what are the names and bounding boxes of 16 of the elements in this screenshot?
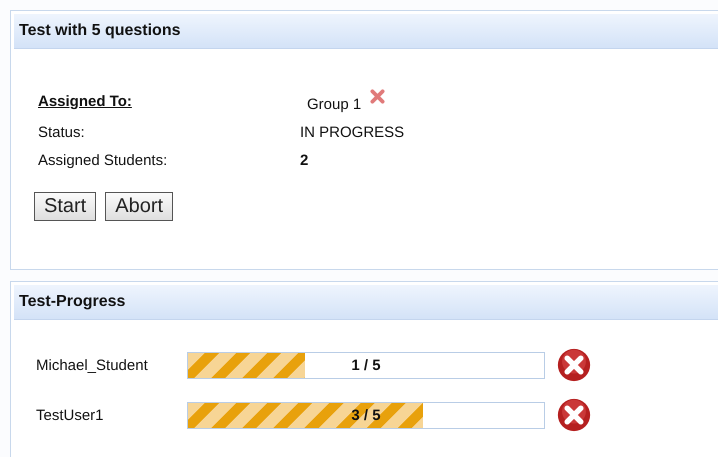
field-value: IN PROGRESS	[300, 124, 406, 141]
remove-icon[interactable]	[369, 88, 386, 105]
field-value: 2	[300, 152, 310, 169]
action-button[interactable]: Start	[34, 192, 96, 221]
remove-icon[interactable]	[557, 348, 591, 382]
panel-title: Test-Progress	[19, 293, 126, 311]
remove-icon[interactable]	[557, 398, 591, 432]
field-label: Status:	[38, 124, 86, 141]
field-label: Assigned Students:	[38, 152, 168, 169]
group-name: Group 1	[307, 95, 362, 113]
panel-title: Test with 5 questions	[19, 22, 180, 40]
student-name: TestUser1	[36, 406, 105, 424]
student-name: Michael_Student	[36, 356, 149, 374]
progress-reading: 1 / 5	[350, 356, 382, 376]
assigned-to-label: Assigned To:	[38, 93, 133, 110]
action-button[interactable]: Abort	[105, 192, 174, 221]
